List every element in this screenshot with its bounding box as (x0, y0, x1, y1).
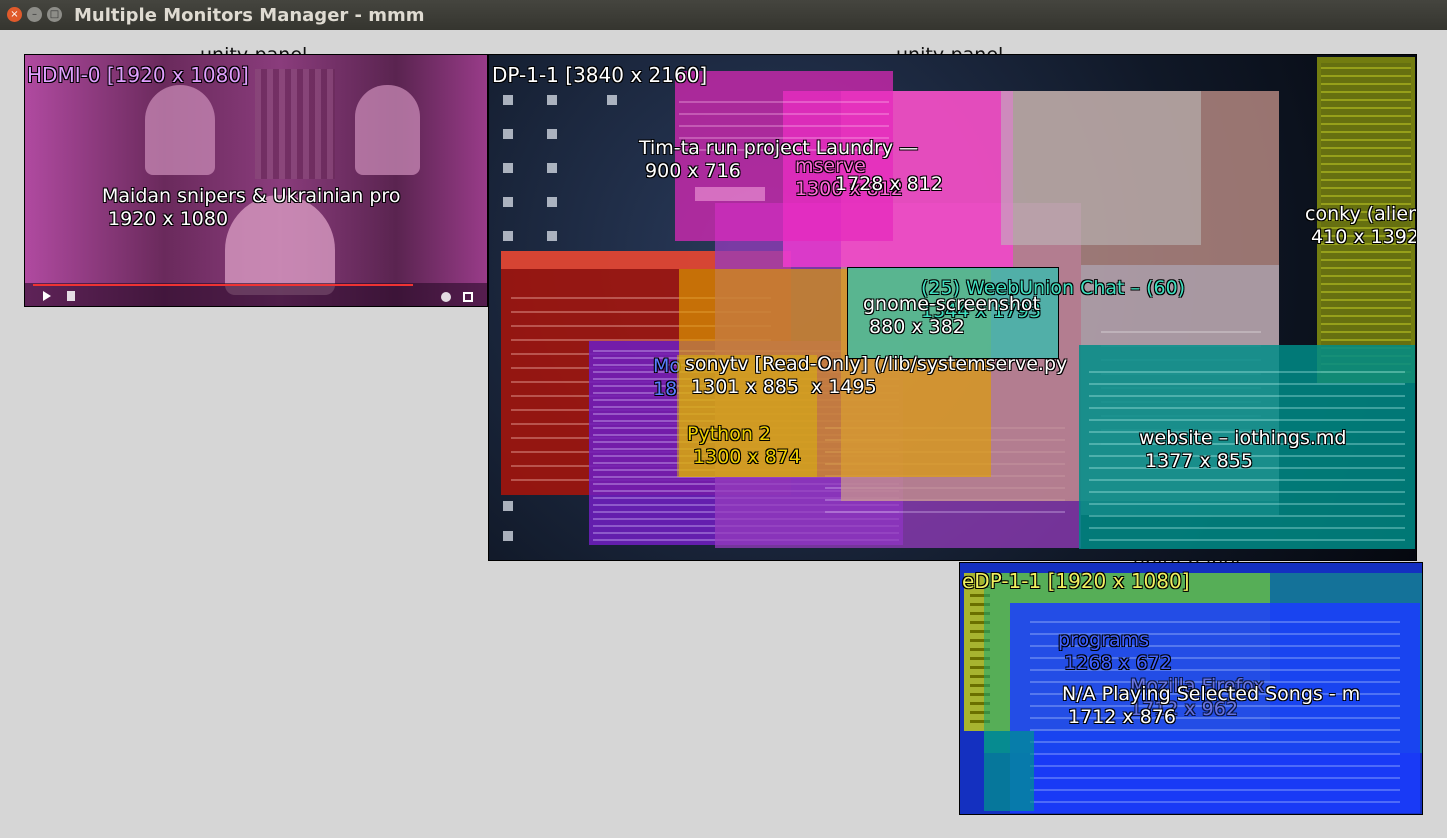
next-icon[interactable] (67, 291, 75, 301)
desktop-file-icon[interactable] (503, 95, 513, 105)
window-title-maidan: Maidan snipers & Ukrainian pro (102, 185, 401, 207)
desktop-file-icon[interactable] (503, 197, 513, 207)
desktop-file-icon[interactable] (547, 129, 557, 139)
window-title-sonytv: sonytv [Read-Only] (/lib/systemserve.py (685, 353, 1068, 375)
window-size-conky: 410 x 1392 (1305, 226, 1417, 248)
monitor-label-dp: DP-1-1 [3840 x 2160] (492, 63, 708, 87)
desktop-file-icon[interactable] (607, 95, 617, 105)
window-label-conky: conky (alien) 410 x 1392 (1305, 203, 1417, 249)
title-bar: × – □ Multiple Monitors Manager - mmm (0, 0, 1447, 30)
monitor-hdmi-0[interactable]: HDMI-0 [1920 x 1080] Maidan snipers & Uk… (24, 54, 488, 307)
window-title-python2: Python 2 (687, 423, 771, 445)
window-label-python2: Python 2 1300 x 874 (687, 423, 801, 469)
window-label-website: website – iothings.md 1377 x 855 (1139, 427, 1346, 473)
window-title-programs: programs (1058, 629, 1150, 651)
maximize-window-button[interactable]: □ (47, 7, 62, 22)
window-size-programs: 1268 x 672 (1058, 652, 1172, 674)
window-size-mozilla-dp: 18 (653, 378, 678, 400)
window-chat-gray[interactable] (1001, 91, 1201, 245)
desktop-file-icon[interactable] (547, 95, 557, 105)
desktop-file-icon[interactable] (547, 231, 557, 241)
settings-gear-icon[interactable] (441, 292, 451, 302)
desktop-file-icon[interactable] (503, 501, 513, 511)
window-title-gnome-screenshot: gnome-screenshot (863, 293, 1040, 315)
close-window-button[interactable]: × (7, 7, 22, 22)
monitor-canvas: unity-panel unity-panel unity-panel HDMI… (0, 30, 1447, 838)
play-icon[interactable] (43, 291, 51, 301)
window-label-gnome-screenshot: gnome-screenshot 880 x 382 (863, 293, 1040, 339)
window-title-conky: conky (alien) (1305, 203, 1417, 225)
window-label-1728: 1728 x 812 (835, 173, 943, 195)
window-size-maidan: 1920 x 1080 (102, 208, 229, 230)
desktop-file-icon[interactable] (503, 231, 513, 241)
desktop-file-icon[interactable] (547, 163, 557, 173)
window-label-maidan: Maidan snipers & Ukrainian pro 1920 x 10… (102, 185, 400, 231)
desktop-file-icon[interactable] (503, 531, 513, 541)
window-teal-bottom[interactable] (984, 731, 1034, 811)
window-size-timta: 900 x 716 (639, 160, 741, 182)
monitor-edp-1-1[interactable]: eDP-1-1 [1920 x 1080] programs 1268 x 67… (959, 562, 1423, 815)
override-button[interactable] (695, 187, 765, 201)
window-title: Multiple Monitors Manager - mmm (74, 5, 425, 26)
window-size-website: 1377 x 855 (1139, 450, 1253, 472)
minimize-window-button[interactable]: – (27, 7, 42, 22)
desktop-file-icon[interactable] (547, 197, 557, 207)
window-size-python2: 1300 x 874 (687, 446, 801, 468)
monitor-label-edp: eDP-1-1 [1920 x 1080] (962, 569, 1190, 593)
monitor-label-hdmi: HDMI-0 [1920 x 1080] (27, 63, 249, 87)
window-size-sonytv: 1301 x 885 x 1495 (685, 376, 877, 398)
desktop-file-icon[interactable] (503, 163, 513, 173)
desktop-file-icon[interactable] (503, 129, 513, 139)
window-size-na-playing: 1712 x 876 (1062, 706, 1176, 728)
video-control-bar (25, 283, 487, 306)
window-title-website: website – iothings.md (1139, 427, 1347, 449)
window-label-programs: programs 1268 x 672 (1058, 629, 1172, 675)
window-title-na-playing: N/A Playing Selected Songs - m (1062, 683, 1361, 705)
video-progress (33, 284, 413, 286)
window-label-na-playing: N/A Playing Selected Songs - m 1712 x 87… (1062, 683, 1360, 729)
person-right (355, 85, 420, 175)
monitor-dp-1-1[interactable]: Mo 18 DP-1-1 [3840 x 2160] Tim-ta run pr… (488, 54, 1417, 561)
bookshelf-left (255, 69, 335, 179)
person-left (145, 85, 215, 175)
window-label-sonytv: sonytv [Read-Only] (/lib/systemserve.py … (685, 353, 1067, 399)
fullscreen-icon[interactable] (463, 292, 473, 302)
window-size-gnome-screenshot: 880 x 382 (863, 316, 965, 338)
